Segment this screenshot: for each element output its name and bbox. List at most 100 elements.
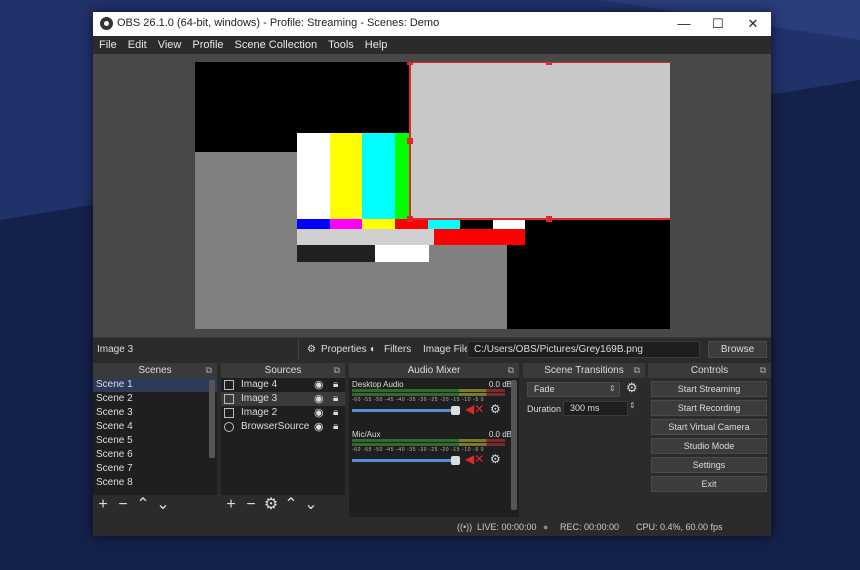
source-name: Image 2 (241, 407, 278, 418)
studio-mode-button[interactable]: Studio Mode (651, 438, 767, 454)
image-icon (224, 380, 234, 390)
image-file-path-field[interactable]: C:/Users/OBS/Pictures/Grey169B.png (467, 341, 700, 358)
audio-mixer-dock: Audio Mixer ⧉ Desktop Audio 0.0 dB -60 -5… (349, 363, 519, 517)
source-name: Image 4 (241, 379, 278, 390)
maximize-button[interactable]: ☐ (703, 15, 733, 33)
filters-icon: ◐ (370, 344, 377, 355)
source-item[interactable]: Image 2 ◉ 🔒︎ (221, 406, 345, 420)
move-down-icon[interactable]: ⌄ (301, 495, 321, 515)
scene-item[interactable]: Scene 8 (93, 476, 217, 490)
menu-tools[interactable]: Tools (322, 36, 359, 51)
add-scene-icon[interactable]: + (93, 495, 113, 515)
minimize-button[interactable]: — (669, 15, 699, 33)
gear-icon[interactable]: ⚙ (626, 380, 638, 396)
gear-icon[interactable]: ⚙ (490, 452, 501, 466)
start-recording-button[interactable]: Start Recording (651, 400, 767, 416)
image-icon (224, 408, 234, 418)
undock-icon[interactable]: ⧉ (206, 363, 212, 378)
scene-item[interactable]: Scene 4 (93, 420, 217, 434)
scene-transitions-dock: Scene Transitions ⧉ Fade ⇕ ⚙ Duration 300… (523, 363, 645, 517)
preview-canvas[interactable] (195, 62, 670, 329)
mic-aux-channel: Mic/Aux 0.0 dB -60 -55 -50 -45 -40 -35 -… (352, 430, 512, 480)
close-button[interactable]: ✕ (738, 15, 768, 33)
undock-icon[interactable]: ⧉ (334, 363, 340, 378)
filters-button[interactable]: Filters (384, 344, 411, 355)
lock-icon[interactable]: 🔒︎ (333, 378, 338, 392)
browse-button[interactable]: Browse (708, 341, 767, 358)
start-virtual-camera-button[interactable]: Start Virtual Camera (651, 419, 767, 435)
window-title: OBS 26.1.0 (64-bit, windows) - Profile: … (117, 17, 440, 29)
undock-icon[interactable]: ⧉ (760, 363, 766, 378)
add-source-icon[interactable]: + (221, 495, 241, 515)
lock-icon[interactable]: 🔒︎ (333, 406, 338, 420)
visibility-eye-icon[interactable]: ◉ (314, 392, 324, 406)
source-item[interactable]: BrowserSource ◉ 🔒︎ (221, 420, 345, 434)
menu-profile[interactable]: Profile (186, 36, 228, 51)
sources-title: Sources (264, 365, 302, 376)
visibility-eye-icon[interactable]: ◉ (314, 406, 324, 420)
volume-slider[interactable] (352, 406, 460, 415)
move-up-icon[interactable]: ⌃ (133, 495, 153, 515)
volume-meter (352, 389, 505, 392)
exit-button[interactable]: Exit (651, 476, 767, 492)
gear-icon[interactable]: ⚙ (490, 402, 501, 416)
undock-icon[interactable]: ⧉ (634, 363, 640, 378)
menu-scene-collection[interactable]: Scene Collection (229, 36, 323, 51)
volume-meter (352, 393, 505, 396)
mixer-scrollbar[interactable] (511, 380, 517, 510)
volume-slider[interactable] (352, 456, 460, 465)
muted-speaker-icon[interactable]: ◀✕ (465, 452, 484, 466)
slider-knob[interactable] (451, 406, 460, 415)
channel-name: Mic/Aux (352, 430, 381, 439)
menu-file[interactable]: File (93, 36, 122, 51)
image-file-label: Image File (423, 344, 470, 355)
lock-icon[interactable]: 🔒︎ (333, 420, 338, 434)
scene-transitions-title: Scene Transitions (544, 365, 624, 376)
audio-mixer-body: Desktop Audio 0.0 dB -60 -55 -50 -45 -40… (349, 378, 519, 517)
properties-button[interactable]: Properties (321, 344, 367, 355)
lock-icon[interactable]: 🔒︎ (333, 392, 338, 406)
menu-view[interactable]: View (152, 36, 187, 51)
scene-item[interactable]: Scene 6 (93, 448, 217, 462)
transition-select[interactable]: Fade (527, 382, 620, 397)
scene-item[interactable]: Scene 7 (93, 462, 217, 476)
move-up-icon[interactable]: ⌃ (281, 495, 301, 515)
slider-knob[interactable] (451, 456, 460, 465)
volume-meter (352, 443, 505, 446)
menu-bar: File Edit View Profile Scene Collection Tools… (93, 36, 771, 54)
sources-list: Image 4 ◉ 🔒︎ Image 3 ◉ 🔒︎ Image 2 ◉ 🔒︎ B… (221, 378, 345, 495)
remove-scene-icon[interactable]: − (113, 495, 133, 515)
source-item[interactable]: Image 3 ◉ 🔒︎ (221, 392, 345, 406)
selected-source-name: Image 3 (97, 344, 134, 355)
broadcast-icon: ((•)) (457, 522, 473, 532)
sources-header: Sources ⧉ (221, 363, 345, 378)
scenes-scrollbar[interactable] (209, 380, 215, 458)
visibility-eye-icon[interactable]: ◉ (314, 378, 324, 392)
obs-logo-icon (100, 17, 113, 30)
source-item[interactable]: Image 4 ◉ 🔒︎ (221, 378, 345, 392)
duration-input[interactable]: 300 ms (563, 401, 628, 416)
visibility-eye-icon[interactable]: ◉ (314, 420, 324, 434)
move-down-icon[interactable]: ⌄ (153, 495, 173, 515)
source-name: BrowserSource (241, 421, 310, 432)
start-streaming-button[interactable]: Start Streaming (651, 381, 767, 397)
menu-edit[interactable]: Edit (122, 36, 152, 51)
scene-item[interactable]: Scene 1 (93, 378, 217, 392)
muted-speaker-icon[interactable]: ◀✕ (465, 402, 484, 416)
scene-item[interactable]: Scene 3 (93, 406, 217, 420)
undock-icon[interactable]: ⧉ (508, 363, 514, 378)
settings-button[interactable]: Settings (651, 457, 767, 473)
rec-time: REC: 00:00:00 (560, 522, 620, 532)
source-properties-gear-icon[interactable]: ⚙ (261, 495, 281, 515)
duration-stepper-icon[interactable]: ⇕ (629, 401, 636, 410)
title-bar: OBS 26.1.0 (64-bit, windows) - Profile: … (93, 12, 771, 36)
source-toolbar: Image 3 ⚙ Properties ◐ Filters Image Fil… (93, 337, 771, 362)
menu-help[interactable]: Help (359, 36, 393, 51)
scene-item[interactable]: Scene 5 (93, 434, 217, 448)
scene-item[interactable]: Scene 2 (93, 392, 217, 406)
remove-source-icon[interactable]: − (241, 495, 261, 515)
controls-dock: Controls ⧉ Start Streaming Start Recordin… (648, 363, 771, 517)
desktop-audio-channel: Desktop Audio 0.0 dB -60 -55 -50 -45 -40… (352, 380, 512, 430)
preview-area[interactable] (93, 54, 771, 340)
audio-mixer-header: Audio Mixer ⧉ (349, 363, 519, 378)
